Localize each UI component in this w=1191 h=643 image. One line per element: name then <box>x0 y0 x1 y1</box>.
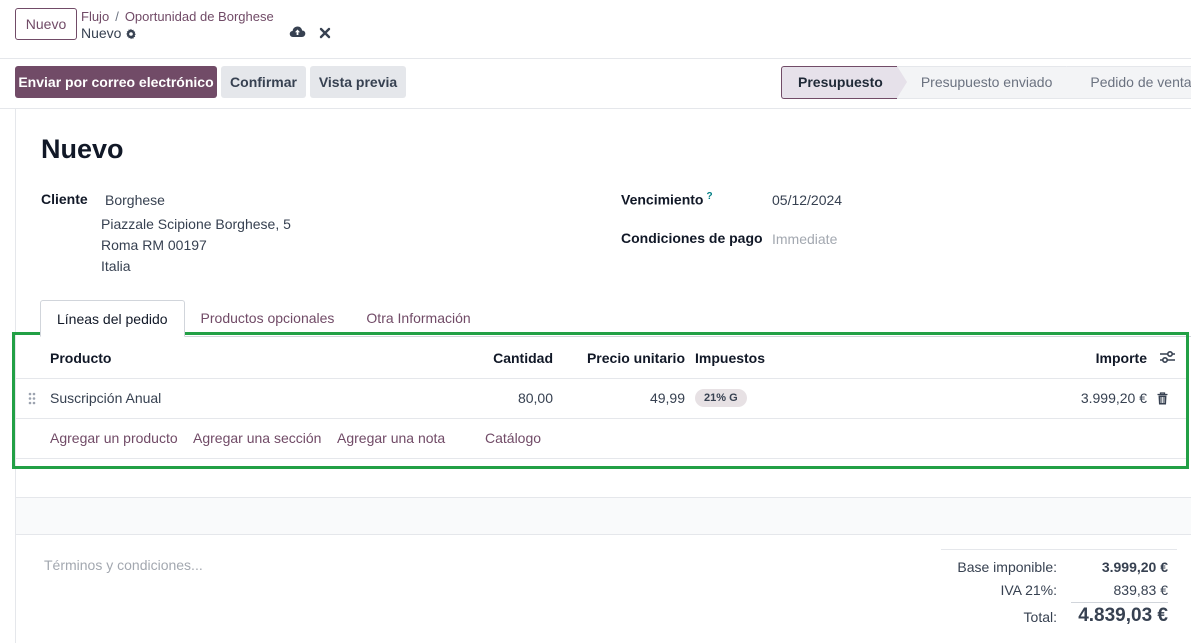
page-title: Nuevo <box>41 134 124 164</box>
totals-box: Base imponible: 3.999,20 € IVA 21%: 839,… <box>941 549 1177 643</box>
empty-rows-band <box>16 497 1191 535</box>
breadcrumb: Flujo / Oportunidad de Borghese <box>81 9 274 24</box>
customer-address-line: Piazzale Scipione Borghese, 5 <box>101 216 291 232</box>
customer-field[interactable]: Borghese <box>105 192 165 208</box>
help-icon[interactable]: ? <box>706 191 712 202</box>
add-line-row: Agregar un producto Agregar una sección … <box>15 419 1186 459</box>
customer-label: Cliente <box>41 191 88 207</box>
send-email-button[interactable]: Enviar por correo electrónico <box>15 66 217 98</box>
expiration-label-text: Vencimiento <box>621 191 704 208</box>
record-name: Nuevo <box>81 25 137 41</box>
stage-label: Presupuesto enviado <box>920 74 1053 90</box>
record-name-label: Nuevo <box>81 25 122 41</box>
customer-address-line: Roma RM 00197 <box>101 237 207 253</box>
tax-amount-label: IVA 21%: <box>1000 582 1057 598</box>
column-quantity[interactable]: Cantidad <box>455 350 553 366</box>
base-amount-value: 3.999,20 € <box>1101 559 1168 575</box>
column-taxes[interactable]: Impuestos <box>695 350 765 366</box>
line-amount: 3.999,20 € <box>1080 390 1147 406</box>
line-unit-price[interactable]: 49,99 <box>575 390 685 406</box>
order-lines-table: Producto Cantidad Precio unitario Impues… <box>12 332 1189 469</box>
preview-button[interactable]: Vista previa <box>310 66 406 98</box>
catalog-link[interactable]: Catálogo <box>485 430 541 446</box>
status-bar: Presupuesto Presupuesto enviado Pedido d… <box>781 66 1191 99</box>
terms-and-conditions-field[interactable]: Términos y condiciones... <box>44 557 203 573</box>
add-section-link[interactable]: Agregar una sección <box>193 430 321 446</box>
column-settings-icon[interactable] <box>1160 350 1175 367</box>
expiration-label: Vencimiento? <box>621 191 713 208</box>
payment-terms-field[interactable]: Immediate <box>772 231 837 247</box>
stage-label: Pedido de venta <box>1090 74 1191 90</box>
line-quantity[interactable]: 80,00 <box>455 390 553 406</box>
close-icon[interactable] <box>319 26 331 39</box>
base-amount-label: Base imponible: <box>957 559 1057 575</box>
add-note-link[interactable]: Agregar una nota <box>337 430 445 446</box>
tax-badge[interactable]: 21% G <box>695 389 747 407</box>
control-panel: Nuevo Flujo / Oportunidad de Borghese Nuev… <box>0 0 1191 59</box>
tab-order-lines[interactable]: Líneas del pedido <box>40 300 185 337</box>
tax-amount-value: 839,83 € <box>1113 582 1169 598</box>
customer-address-line: Italia <box>101 258 131 274</box>
breadcrumb-separator: / <box>115 9 119 24</box>
cloud-upload-icon[interactable] <box>289 24 306 38</box>
column-unit-price[interactable]: Precio unitario <box>575 350 685 366</box>
column-amount[interactable]: Importe <box>1015 350 1147 366</box>
total-value: 4.839,03 € <box>1078 605 1168 626</box>
drag-handle-icon[interactable] <box>28 392 36 408</box>
trash-icon[interactable] <box>1157 392 1168 408</box>
table-row[interactable]: Suscripción Anual 80,00 49,99 21% G 3.99… <box>15 379 1186 419</box>
action-bar: Enviar por correo electrónico Confirmar … <box>0 59 1191 109</box>
column-product[interactable]: Producto <box>50 350 111 366</box>
add-product-link[interactable]: Agregar un producto <box>50 430 178 446</box>
stage-quotation-sent[interactable]: Presupuesto enviado <box>896 66 1077 99</box>
line-product[interactable]: Suscripción Anual <box>50 390 161 406</box>
table-header: Producto Cantidad Precio unitario Impues… <box>15 335 1186 379</box>
expiration-field[interactable]: 05/12/2024 <box>772 192 842 208</box>
new-record-button[interactable]: Nuevo <box>15 8 77 40</box>
confirm-button[interactable]: Confirmar <box>221 66 306 98</box>
payment-terms-label: Condiciones de pago <box>621 230 763 246</box>
stage-quotation[interactable]: Presupuesto <box>781 66 907 99</box>
gear-icon[interactable] <box>125 27 137 40</box>
stage-label: Presupuesto <box>798 74 883 90</box>
stage-sales-order[interactable]: Pedido de venta <box>1066 66 1191 99</box>
breadcrumb-item-flujo[interactable]: Flujo <box>81 9 109 24</box>
total-label: Total: <box>1023 609 1057 625</box>
totals-divider <box>1071 602 1168 603</box>
breadcrumb-item-opportunity[interactable]: Oportunidad de Borghese <box>125 9 274 24</box>
